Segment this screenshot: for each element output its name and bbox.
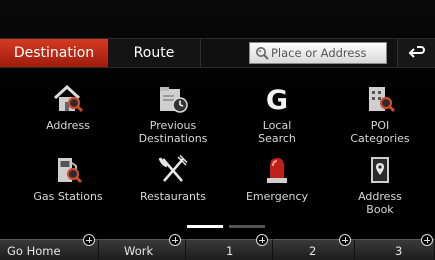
- menu-item-previous-destinations[interactable]: Previous Destinations: [119, 83, 227, 153]
- favorite-1[interactable]: 1: [186, 234, 273, 260]
- menu-item-label: Local Search: [258, 119, 296, 145]
- search-input[interactable]: Place or Address: [249, 42, 387, 64]
- add-icon: [83, 234, 95, 246]
- menu-item-local-search[interactable]: G Local Search: [223, 83, 331, 153]
- svg-text:G: G: [266, 85, 288, 115]
- menu-item-label: Emergency: [245, 190, 309, 203]
- tab-destination[interactable]: Destination: [0, 39, 108, 67]
- add-icon: [169, 234, 181, 246]
- menu-item-address-book[interactable]: Address Book: [326, 154, 434, 216]
- search-placeholder: Place or Address: [271, 46, 367, 60]
- favorite-label: 3: [395, 244, 403, 258]
- building-search-icon: [369, 87, 396, 113]
- favorite-label: 1: [226, 244, 234, 258]
- tab-route[interactable]: Route: [108, 39, 201, 67]
- page-indicator-inactive[interactable]: [229, 225, 265, 228]
- page-indicator-active[interactable]: [187, 225, 223, 228]
- favorite-2[interactable]: 2: [273, 234, 355, 260]
- menu-item-restaurants[interactable]: Restaurants: [119, 154, 227, 214]
- navigation-screen: Destination Route Place or Address Addre…: [0, 0, 435, 260]
- back-button[interactable]: [397, 39, 435, 67]
- menu-item-poi-categories[interactable]: POI Categories: [326, 83, 434, 153]
- menu-item-emergency[interactable]: Emergency: [223, 154, 331, 214]
- add-icon: [256, 234, 268, 246]
- folder-clock-icon: [160, 87, 188, 113]
- search-icon: [255, 46, 269, 60]
- favorite-work[interactable]: Work: [99, 234, 186, 260]
- favorite-label: Work: [124, 244, 154, 258]
- menu-item-label: Address Book: [358, 190, 402, 216]
- address-book-icon: [371, 157, 389, 183]
- fork-knife-icon: [158, 154, 188, 182]
- gas-pump-icon: [58, 158, 83, 184]
- favorite-label: 2: [309, 244, 317, 258]
- menu-item-label: Restaurants: [140, 190, 206, 203]
- add-icon: [339, 234, 351, 246]
- house-search-icon: [53, 84, 84, 113]
- menu-item-gas-stations[interactable]: Gas Stations: [14, 154, 122, 214]
- menu-item-label: POI Categories: [350, 119, 410, 145]
- favorite-3[interactable]: 3: [355, 234, 435, 260]
- favorite-label: Go Home: [7, 244, 61, 258]
- menu-item-label: Address: [46, 119, 90, 132]
- add-icon: [421, 234, 433, 246]
- favorite-go-home[interactable]: Go Home: [0, 234, 99, 260]
- menu-item-label: Previous Destinations: [138, 119, 208, 145]
- menu-item-label: Gas Stations: [33, 190, 103, 203]
- menu-item-address[interactable]: Address: [14, 83, 122, 153]
- siren-icon: [267, 158, 287, 183]
- tab-bar: Destination Route Place or Address: [0, 38, 435, 68]
- back-arrow-icon: [408, 46, 425, 58]
- page-indicator: [187, 225, 267, 228]
- google-g-icon: G: [266, 85, 288, 115]
